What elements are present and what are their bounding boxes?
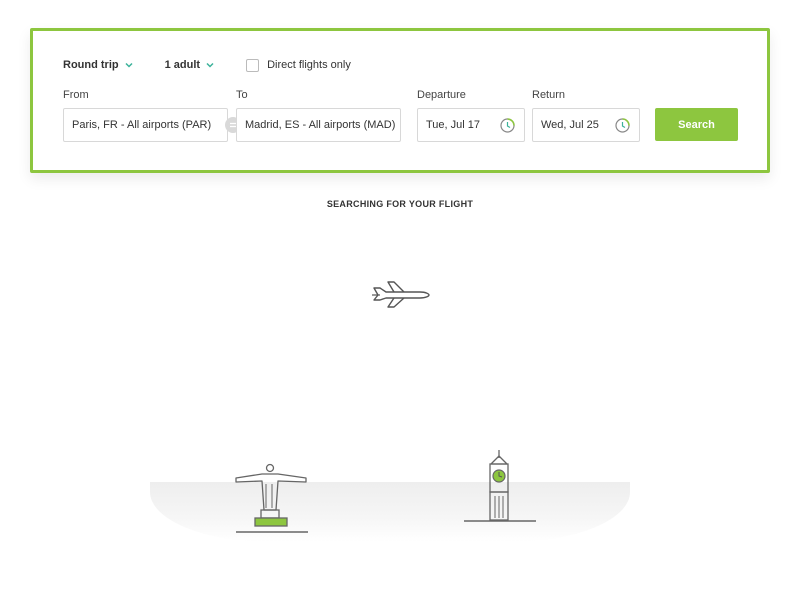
chevron-down-icon xyxy=(206,62,214,68)
search-panel: Round trip 1 adult Direct flights only F… xyxy=(30,28,770,173)
departure-date-field[interactable]: Tue, Jul 17 xyxy=(417,108,525,142)
direct-flights-option[interactable]: Direct flights only xyxy=(246,58,351,72)
calendar-clock-icon xyxy=(615,118,630,133)
ground-shadow xyxy=(150,482,630,542)
to-input[interactable] xyxy=(236,108,401,142)
direct-flights-label: Direct flights only xyxy=(267,59,351,71)
to-label: To xyxy=(236,89,248,101)
big-ben-icon xyxy=(464,450,536,522)
search-status-text: SEARCHING FOR YOUR FLIGHT xyxy=(326,199,474,209)
return-date-field[interactable]: Wed, Jul 25 xyxy=(532,108,640,142)
departure-date-value: Tue, Jul 17 xyxy=(426,119,481,131)
return-label: Return xyxy=(532,89,566,101)
calendar-clock-icon xyxy=(500,118,515,133)
trip-type-label: Round trip xyxy=(63,59,119,71)
christ-redeemer-icon xyxy=(235,463,308,533)
from-input[interactable] xyxy=(63,108,228,142)
trip-type-dropdown[interactable]: Round trip xyxy=(63,59,133,71)
passengers-label: 1 adult xyxy=(164,59,201,71)
passengers-dropdown[interactable]: 1 adult xyxy=(165,59,214,71)
search-button[interactable]: Search xyxy=(655,108,738,141)
chevron-down-icon xyxy=(125,62,133,68)
airplane-icon xyxy=(372,281,430,308)
options-row: Round trip 1 adult Direct flights only xyxy=(63,56,351,74)
from-label: From xyxy=(63,89,89,101)
departure-label: Departure xyxy=(417,89,466,101)
return-date-value: Wed, Jul 25 xyxy=(541,119,599,131)
direct-flights-checkbox[interactable] xyxy=(246,58,260,72)
